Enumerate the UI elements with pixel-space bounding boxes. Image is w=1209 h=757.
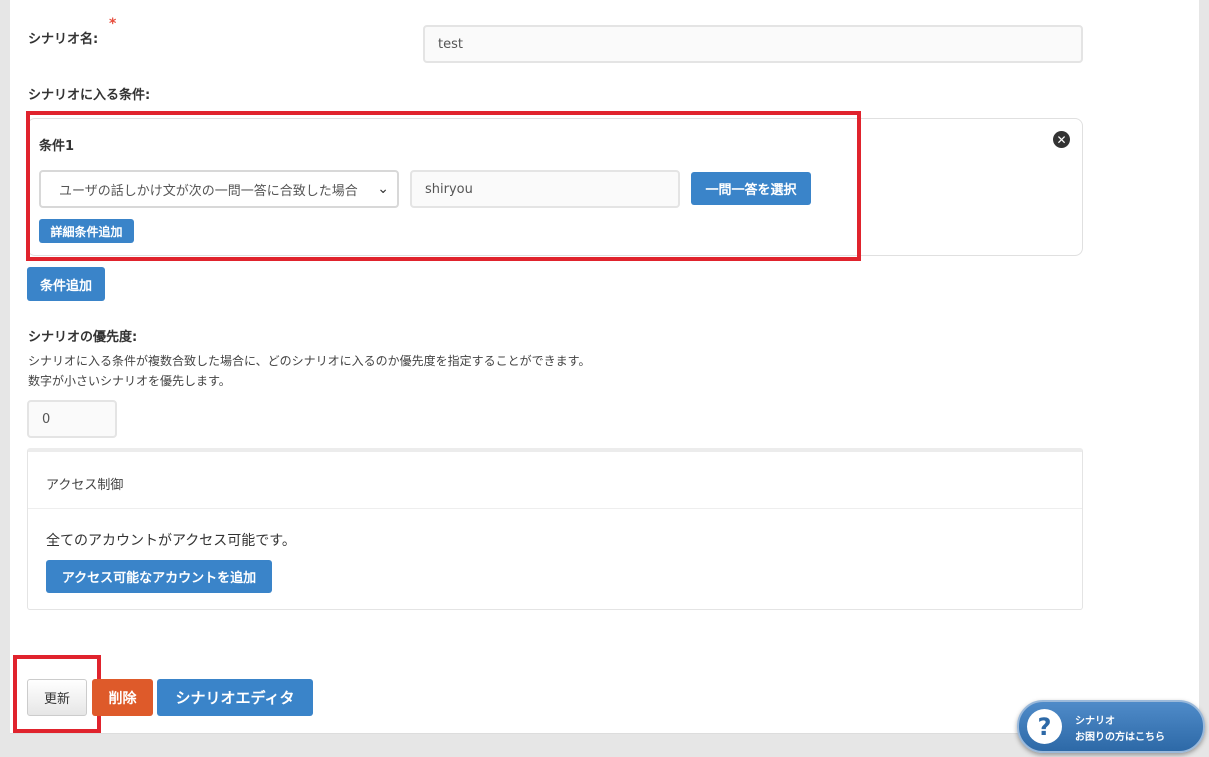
priority-input[interactable]: 0 <box>27 400 117 438</box>
priority-value: 0 <box>42 411 51 427</box>
condition-title: 条件1 <box>39 139 75 154</box>
required-mark: * <box>109 16 117 32</box>
chevron-down-icon: ⌄ <box>377 181 389 197</box>
condition-value: shiryou <box>425 181 473 197</box>
help-line-2: お困りの方はこちら <box>1075 732 1165 743</box>
priority-label: シナリオの優先度: <box>28 330 138 345</box>
condition-type-select[interactable]: ユーザの話しかけ文が次の一問一答に合致した場合 ⌄ <box>39 170 399 208</box>
condition-value-input[interactable]: shiryou <box>410 170 680 208</box>
add-access-account-button[interactable]: アクセス可能なアカウントを追加 <box>46 560 272 593</box>
delete-button[interactable]: 削除 <box>92 679 153 716</box>
condition-type-value: ユーザの話しかけ文が次の一問一答に合致した場合 <box>59 183 358 199</box>
conditions-label: シナリオに入る条件: <box>28 88 151 103</box>
scenario-name-label: シナリオ名: <box>28 32 99 47</box>
help-line-1: シナリオ <box>1075 716 1115 727</box>
highlight-frame-update <box>13 655 101 733</box>
scenario-name-input[interactable]: test <box>423 25 1083 63</box>
priority-description-1: シナリオに入る条件が複数合致した場合に、どのシナリオに入るのか優先度を指定するこ… <box>28 354 591 368</box>
close-icon[interactable]: ✕ <box>1053 131 1070 148</box>
access-message: 全てのアカウントがアクセス可能です。 <box>46 533 296 549</box>
access-control-panel: アクセス制御 全てのアカウントがアクセス可能です。 アクセス可能なアカウントを追… <box>27 448 1083 610</box>
select-qa-button[interactable]: 一問一答を選択 <box>691 172 811 205</box>
help-widget[interactable]: ? シナリオ お困りの方はこちら <box>1017 700 1205 753</box>
divider <box>28 508 1082 509</box>
add-condition-button[interactable]: 条件追加 <box>27 267 105 301</box>
scenario-editor-button[interactable]: シナリオエディタ <box>157 679 313 716</box>
help-question-icon: ? <box>1027 709 1062 744</box>
main-panel: シナリオ名: * test シナリオに入る条件: ✕ 条件1 ユーザの話しかけ文… <box>10 0 1199 734</box>
add-detail-condition-button[interactable]: 詳細条件追加 <box>39 219 134 243</box>
access-control-header: アクセス制御 <box>46 478 124 493</box>
priority-description-2: 数字が小さいシナリオを優先します。 <box>28 374 231 388</box>
scenario-name-value: test <box>438 36 463 52</box>
